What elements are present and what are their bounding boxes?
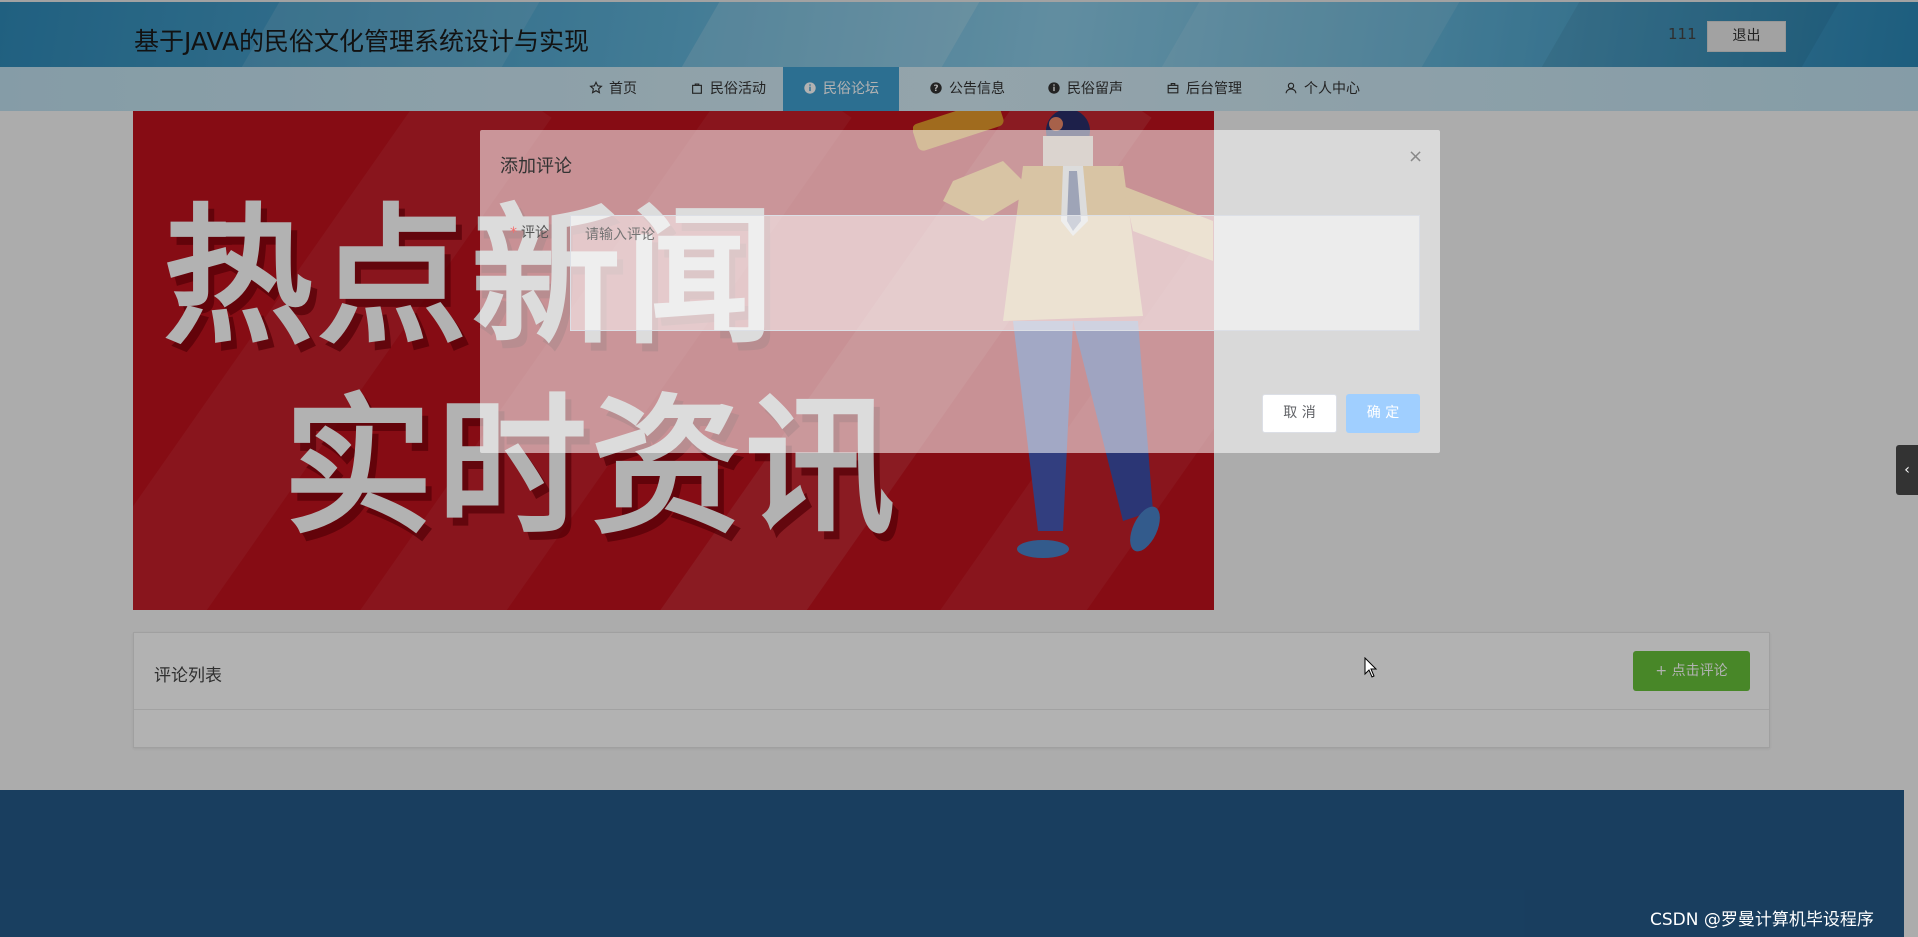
side-panel-toggle[interactable]: ‹ [1896, 445, 1918, 495]
watermark: CSDN @罗曼计算机毕设程序 [1650, 910, 1874, 930]
dialog-title: 添加评论 [500, 156, 572, 177]
comment-textarea[interactable] [570, 215, 1420, 331]
confirm-button[interactable]: 确 定 [1346, 394, 1420, 433]
add-comment-dialog: 添加评论 × 评论 取 消 确 定 [480, 130, 1440, 453]
mouse-cursor-icon [1364, 657, 1378, 678]
chevron-left-icon: ‹ [1904, 462, 1910, 478]
close-icon[interactable]: × [1408, 146, 1423, 167]
comment-field-label: 评论 [510, 222, 549, 242]
cancel-button[interactable]: 取 消 [1262, 394, 1337, 433]
